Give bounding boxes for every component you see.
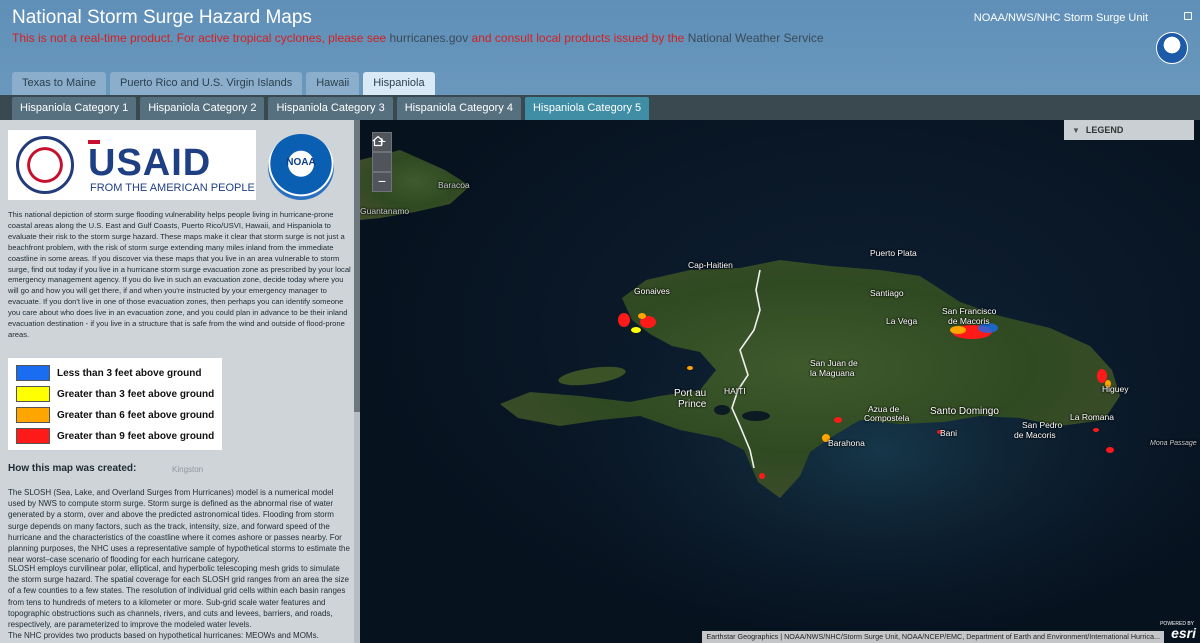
- map-label-compostela: Compostela: [864, 413, 910, 423]
- map-label-san-juan: San Juan de: [810, 358, 858, 368]
- usaid-slogan: FROM THE AMERICAN PEOPLE: [90, 182, 255, 194]
- legend-label: Greater than 3 feet above ground: [57, 388, 215, 400]
- category-tabs: Hispaniola Category 1 Hispaniola Categor…: [12, 97, 650, 120]
- legend-swatch: [16, 365, 50, 381]
- map-attribution: Earthstar Geographics | NOAA/NWS/NHC/Sto…: [702, 631, 1164, 643]
- map-label-puerto-plata: Puerto Plata: [870, 248, 917, 258]
- map-label-la-romana: La Romana: [1070, 412, 1114, 422]
- tab-category-5[interactable]: Hispaniola Category 5: [524, 97, 650, 120]
- zoom-out-button[interactable]: −: [372, 172, 392, 192]
- noaa-logo-text: NOAA: [286, 157, 316, 168]
- disclaimer-text-2: and consult local products issued by the: [468, 31, 688, 45]
- background-map-label: Kingston: [172, 465, 204, 474]
- legend-label: Greater than 9 feet above ground: [57, 430, 215, 442]
- region-tabs: Texas to Maine Puerto Rico and U.S. Virg…: [12, 72, 435, 95]
- org-name: NOAA/NWS/NHC Storm Surge Unit: [973, 12, 1148, 24]
- tab-category-1[interactable]: Hispaniola Category 1: [12, 97, 137, 120]
- noaa-header-logo: [1156, 32, 1188, 64]
- legend-toggle-button[interactable]: ▼ LEGEND: [1064, 120, 1194, 140]
- legend-toggle-label: LEGEND: [1085, 125, 1124, 135]
- map-label-la-maguana: la Maguana: [810, 368, 855, 378]
- map-label-prince: Prince: [678, 399, 707, 410]
- share-icon[interactable]: [1184, 12, 1192, 20]
- usaid-seal-icon: [16, 136, 74, 194]
- map-label-guantanamo: Guantanamo: [360, 206, 410, 216]
- tab-hawaii[interactable]: Hawaii: [306, 72, 360, 95]
- map-label-cap-haitien: Cap-Haitien: [688, 260, 733, 270]
- products-paragraph: The NHC provides two products based on h…: [8, 631, 319, 640]
- howto-heading: How this map was created:: [8, 463, 137, 474]
- surge-legend: Less than 3 feet above ground Greater th…: [8, 358, 222, 450]
- tab-category-2[interactable]: Hispaniola Category 2: [140, 97, 265, 120]
- map-label-port-au: Port au: [674, 388, 707, 399]
- legend-swatch: [16, 407, 50, 423]
- map-label-la-vega: La Vega: [886, 316, 918, 326]
- chevron-down-icon: ▼: [1072, 126, 1080, 135]
- nws-link[interactable]: National Weather Service: [688, 31, 824, 45]
- usaid-wordmark: USAID: [88, 142, 212, 184]
- home-icon: [372, 135, 384, 147]
- map-label-baracoa: Baracoa: [438, 180, 470, 190]
- intro-text: This national depiction of storm surge f…: [8, 210, 351, 339]
- tab-category-3[interactable]: Hispaniola Category 3: [268, 97, 393, 120]
- legend-label: Greater than 6 feet above ground: [57, 409, 215, 421]
- disclaimer-text: This is not a real-time product. For act…: [12, 31, 390, 45]
- tab-puerto-rico-usvi[interactable]: Puerto Rico and U.S. Virgin Islands: [109, 72, 303, 95]
- slosh-paragraph: The SLOSH (Sea, Lake, and Overland Surge…: [8, 488, 350, 565]
- map-label-gonaives: Gonaives: [634, 286, 670, 296]
- legend-swatch: [16, 428, 50, 444]
- tab-texas-to-maine[interactable]: Texas to Maine: [12, 72, 106, 95]
- legend-item: Greater than 9 feet above ground: [16, 427, 214, 445]
- map-imagery: [360, 150, 1200, 640]
- slosh-grid-paragraph: SLOSH employs curvilinear polar, ellipti…: [8, 564, 349, 630]
- legend-item: Greater than 3 feet above ground: [16, 385, 214, 403]
- map-label-barahona: Barahona: [828, 438, 865, 448]
- home-button[interactable]: [372, 135, 392, 172]
- legend-item: Greater than 6 feet above ground: [16, 406, 214, 424]
- map-label-de-macoris-2: de Macoris: [1014, 430, 1056, 440]
- map-label-san-francisco: San Francisco: [942, 306, 997, 316]
- tab-category-4[interactable]: Hispaniola Category 4: [396, 97, 521, 120]
- usaid-logo: USAID FROM THE AMERICAN PEOPLE: [8, 130, 256, 200]
- map-label-de-macoris: de Macoris: [948, 316, 990, 326]
- zoom-controls: + −: [372, 132, 392, 192]
- info-panel: USAID FROM THE AMERICAN PEOPLE NOAA This…: [0, 120, 360, 643]
- hurricanes-gov-link[interactable]: hurricanes.gov: [390, 31, 469, 45]
- tab-hispaniola[interactable]: Hispaniola: [363, 72, 435, 95]
- map-view[interactable]: Baracoa Guantanamo Cap-Haitien Puerto Pl…: [360, 120, 1200, 643]
- app-title: National Storm Surge Hazard Maps: [12, 7, 312, 28]
- legend-label: Less than 3 feet above ground: [57, 367, 202, 379]
- map-label-santo-domingo: Santo Domingo: [930, 406, 999, 417]
- map-label-haiti: HAITI: [724, 386, 746, 396]
- map-label-higuey: Higuey: [1102, 384, 1129, 394]
- legend-swatch: [16, 386, 50, 402]
- legend-item: Less than 3 feet above ground: [16, 364, 201, 382]
- lake: [742, 411, 770, 421]
- disclaimer: This is not a real-time product. For act…: [12, 31, 824, 45]
- map-label-san-pedro: San Pedro: [1022, 420, 1063, 430]
- map-label-bani: Bani: [940, 428, 958, 438]
- map-label-santiago: Santiago: [870, 288, 904, 298]
- esri-logo[interactable]: esri: [1171, 625, 1196, 641]
- lake: [714, 405, 730, 415]
- map-label-mona-passage: Mona Passage: [1150, 440, 1197, 447]
